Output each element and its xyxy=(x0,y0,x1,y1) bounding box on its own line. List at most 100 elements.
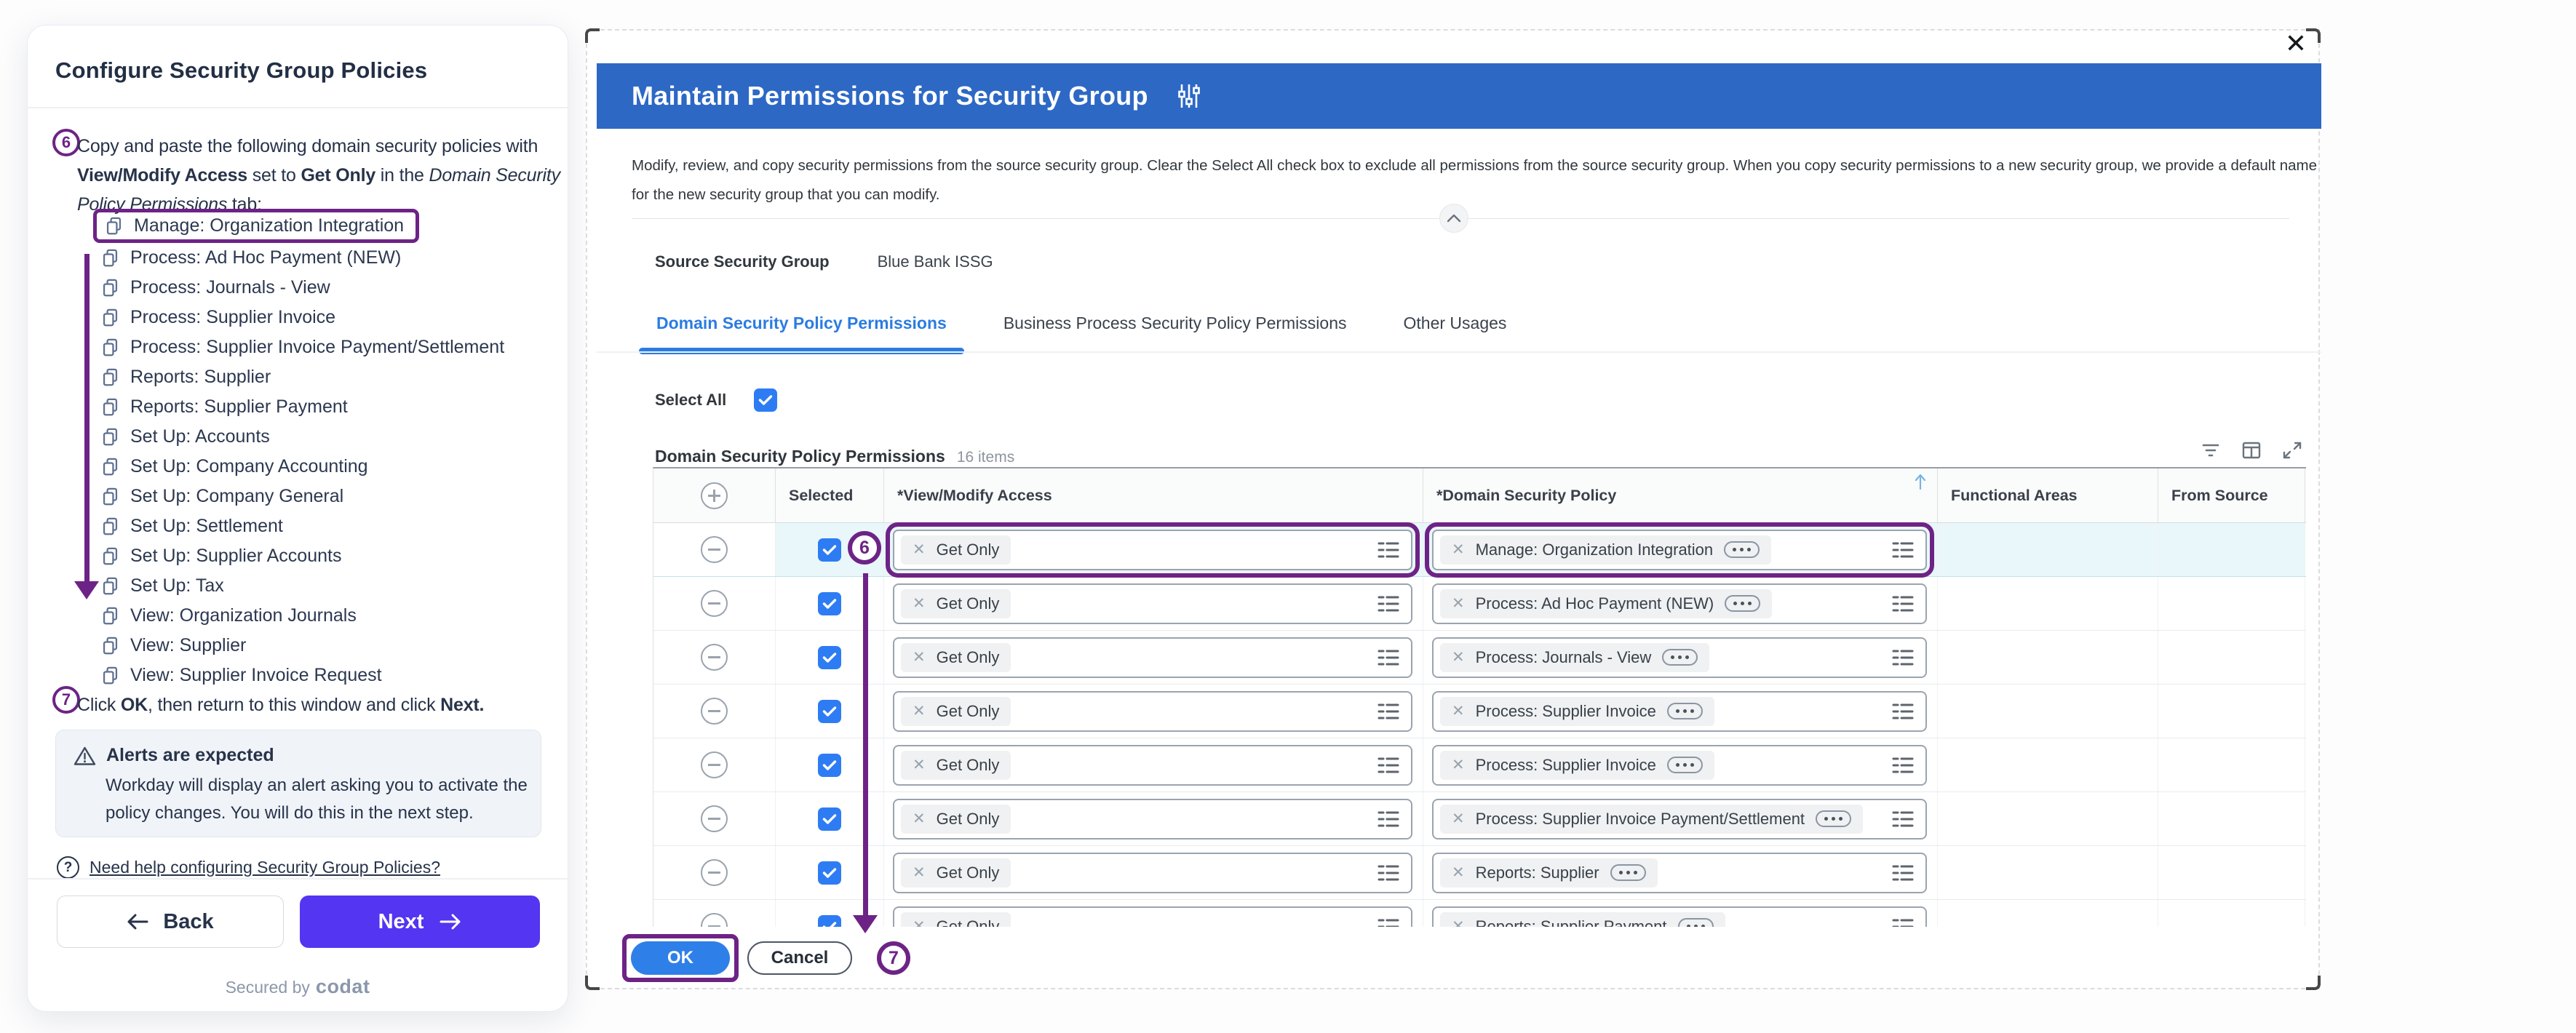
remove-value-icon[interactable]: ✕ xyxy=(913,864,926,882)
domain-security-policy-input[interactable]: ✕Process: Journals - View xyxy=(1432,637,1927,678)
sort-ascending-icon[interactable] xyxy=(1914,473,1927,495)
prompt-menu-icon[interactable] xyxy=(1892,541,1914,559)
related-actions-button[interactable] xyxy=(1816,810,1851,827)
view-modify-access-input[interactable]: ✕Get Only xyxy=(893,530,1412,570)
related-actions-button[interactable] xyxy=(1667,757,1703,773)
ok-button[interactable]: OK xyxy=(631,941,730,975)
from-source-cell xyxy=(2158,685,2305,738)
row-selected-checkbox[interactable] xyxy=(818,861,841,885)
tab-business-process-security-policy-permissions[interactable]: Business Process Security Policy Permiss… xyxy=(1002,314,1348,352)
view-modify-access-input[interactable]: ✕Get Only xyxy=(893,691,1412,732)
domain-security-policy-grid: Selected *View/Modify Access *Domain Sec… xyxy=(653,467,2306,927)
remove-value-icon[interactable]: ✕ xyxy=(913,756,926,774)
view-modify-access-input[interactable]: ✕Get Only xyxy=(893,583,1412,624)
remove-row-button[interactable] xyxy=(701,536,728,563)
row-selected-checkbox[interactable] xyxy=(818,807,841,831)
remove-value-icon[interactable]: ✕ xyxy=(913,810,926,828)
select-all-checkbox[interactable] xyxy=(754,388,777,412)
divider xyxy=(28,878,568,880)
prompt-menu-icon[interactable] xyxy=(1892,648,1914,667)
close-icon[interactable]: ✕ xyxy=(2285,31,2307,57)
prompt-menu-icon[interactable] xyxy=(1892,810,1914,829)
domain-security-policy-input[interactable]: ✕Process: Ad Hoc Payment (NEW) xyxy=(1432,583,1927,624)
collapse-button[interactable] xyxy=(1439,204,1468,233)
remove-value-icon[interactable]: ✕ xyxy=(1452,541,1465,559)
prompt-menu-icon[interactable] xyxy=(1378,917,1399,928)
from-source-cell xyxy=(2158,846,2305,899)
remove-value-icon[interactable]: ✕ xyxy=(913,648,926,666)
grid-view-icon[interactable] xyxy=(2241,439,2262,461)
remove-row-button[interactable] xyxy=(701,698,728,725)
row-selected-checkbox[interactable] xyxy=(818,592,841,615)
view-modify-access-input[interactable]: ✕Get Only xyxy=(893,745,1412,786)
prompt-menu-icon[interactable] xyxy=(1378,541,1399,559)
prompt-menu-icon[interactable] xyxy=(1892,594,1914,613)
related-actions-button[interactable] xyxy=(1610,864,1646,881)
row-selected-checkbox[interactable] xyxy=(818,538,841,562)
domain-security-policy-input[interactable]: ✕Manage: Organization Integration xyxy=(1432,530,1927,570)
policy-list-item: View: Supplier xyxy=(100,631,504,661)
prompt-menu-icon[interactable] xyxy=(1892,756,1914,775)
domain-security-policy-input[interactable]: ✕Process: Supplier Invoice Payment/Settl… xyxy=(1432,799,1927,839)
remove-row-button[interactable] xyxy=(701,805,728,832)
view-modify-access-input[interactable]: ✕Get Only xyxy=(893,853,1412,893)
prompt-menu-icon[interactable] xyxy=(1378,648,1399,667)
prompt-menu-icon[interactable] xyxy=(1378,594,1399,613)
prompt-menu-icon[interactable] xyxy=(1892,917,1914,928)
remove-value-icon[interactable]: ✕ xyxy=(1452,810,1465,828)
back-arrow-icon xyxy=(127,913,148,930)
view-modify-access-input[interactable]: ✕Get Only xyxy=(893,799,1412,839)
related-actions-button[interactable] xyxy=(1678,918,1714,927)
remove-row-button[interactable] xyxy=(701,644,728,671)
add-row-button[interactable] xyxy=(701,482,728,509)
remove-value-icon[interactable]: ✕ xyxy=(1452,917,1465,927)
help-link[interactable]: Need help configuring Security Group Pol… xyxy=(90,858,440,877)
sliders-icon[interactable] xyxy=(1176,81,1202,111)
prompt-menu-icon[interactable] xyxy=(1378,810,1399,829)
prompt-menu-icon[interactable] xyxy=(1892,702,1914,721)
remove-row-button[interactable] xyxy=(701,751,728,778)
table-row: ✕Get Only ✕Process: Journals - View xyxy=(653,631,2306,685)
tab-other-usages[interactable]: Other Usages xyxy=(1402,314,1508,352)
remove-value-icon[interactable]: ✕ xyxy=(913,917,926,927)
remove-row-button[interactable] xyxy=(701,913,728,927)
view-modify-access-input[interactable]: ✕Get Only xyxy=(893,637,1412,678)
remove-value-icon[interactable]: ✕ xyxy=(1452,702,1465,720)
row-selected-checkbox[interactable] xyxy=(818,646,841,669)
remove-value-icon[interactable]: ✕ xyxy=(1452,648,1465,666)
related-actions-button[interactable] xyxy=(1725,595,1760,612)
domain-security-policy-input[interactable]: ✕Reports: Supplier Payment xyxy=(1432,906,1927,928)
tab-domain-security-policy-permissions[interactable]: Domain Security Policy Permissions xyxy=(655,314,948,352)
related-actions-button[interactable] xyxy=(1724,541,1760,558)
related-actions-button[interactable] xyxy=(1667,703,1703,719)
domain-security-policy-input[interactable]: ✕Process: Supplier Invoice xyxy=(1432,691,1927,732)
remove-value-icon[interactable]: ✕ xyxy=(1452,594,1465,613)
row-selected-checkbox[interactable] xyxy=(818,754,841,777)
view-modify-access-input[interactable]: ✕Get Only xyxy=(893,906,1412,928)
progress-arrow xyxy=(84,254,90,583)
prompt-menu-icon[interactable] xyxy=(1378,702,1399,721)
prompt-menu-icon[interactable] xyxy=(1378,756,1399,775)
remove-value-icon[interactable]: ✕ xyxy=(1452,756,1465,774)
prompt-menu-icon[interactable] xyxy=(1378,864,1399,882)
row-selected-checkbox[interactable] xyxy=(818,700,841,723)
row-selected-checkbox[interactable] xyxy=(818,915,841,928)
related-actions-button[interactable] xyxy=(1662,649,1698,666)
prompt-menu-icon[interactable] xyxy=(1892,864,1914,882)
domain-security-policy-input[interactable]: ✕Process: Supplier Invoice xyxy=(1432,745,1927,786)
cancel-button[interactable]: Cancel xyxy=(747,941,852,975)
remove-value-icon[interactable]: ✕ xyxy=(913,594,926,613)
remove-value-icon[interactable]: ✕ xyxy=(913,702,926,720)
remove-value-icon[interactable]: ✕ xyxy=(913,541,926,559)
domain-security-policy-input[interactable]: ✕Reports: Supplier xyxy=(1432,853,1927,893)
filter-icon[interactable] xyxy=(2200,439,2222,461)
expand-icon[interactable] xyxy=(2281,439,2303,461)
remove-value-icon[interactable]: ✕ xyxy=(1452,864,1465,882)
step-7-text-part: Click xyxy=(77,695,121,715)
policy-label: Manage: Organization Integration xyxy=(134,215,404,236)
back-button[interactable]: Back xyxy=(57,896,284,948)
remove-row-button[interactable] xyxy=(701,859,728,886)
remove-row-button[interactable] xyxy=(701,590,728,617)
next-button[interactable]: Next xyxy=(300,896,540,948)
functional-areas-cell xyxy=(1938,577,2158,630)
